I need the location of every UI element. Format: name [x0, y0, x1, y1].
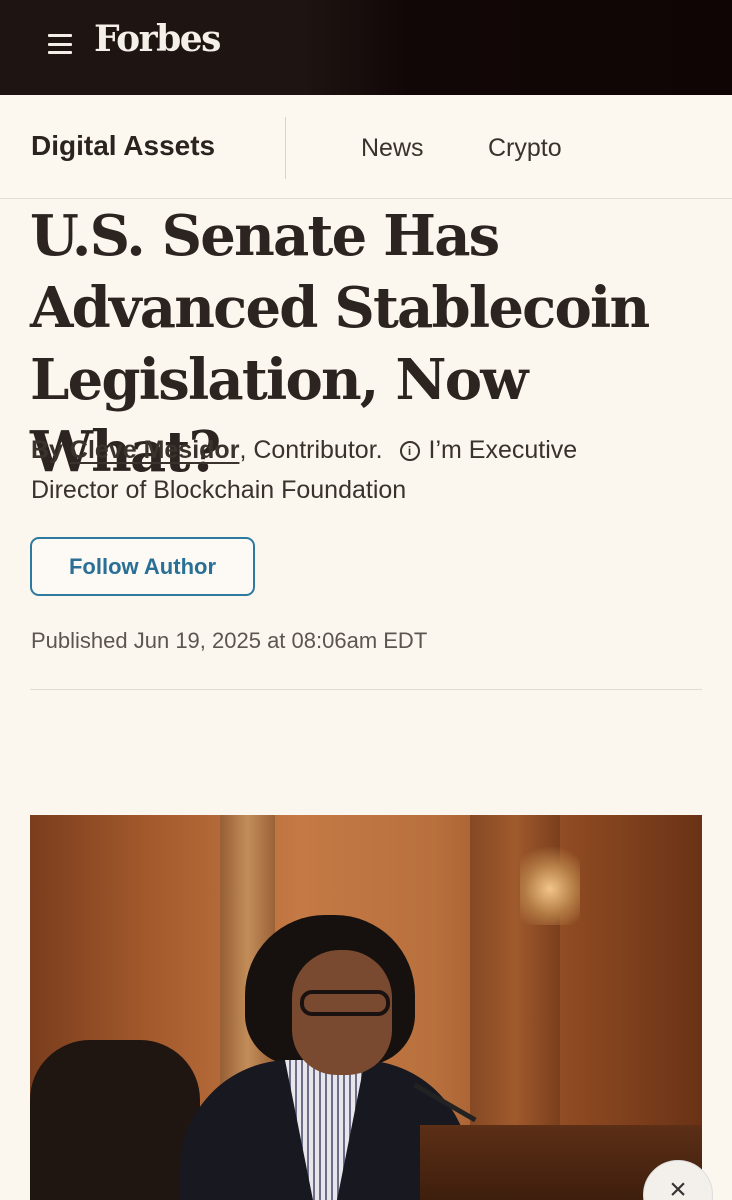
top-bar: Forbes [0, 0, 732, 95]
topbar-banner-area [300, 0, 732, 95]
nav-fade-overlay [580, 100, 732, 195]
forbes-logo[interactable]: Forbes [94, 18, 221, 60]
section-title[interactable]: Digital Assets [31, 130, 215, 162]
wall-lamp [520, 835, 580, 925]
published-date: Published Jun 19, 2025 at 08:06am EDT [31, 628, 428, 653]
nav-link-crypto[interactable]: Crypto [488, 134, 562, 163]
divider [30, 689, 702, 690]
nav-scroll-indicator[interactable]: ⋮ [724, 134, 732, 159]
author-role: Contributor. [253, 436, 383, 464]
chair [30, 1040, 200, 1200]
byline: By Cleve Mesidor, Contributor. i I’m Exe… [31, 430, 591, 510]
nav-link-news[interactable]: News [361, 134, 424, 163]
nav-divider [285, 117, 286, 179]
hamburger-menu-icon[interactable] [48, 34, 72, 54]
follow-author-button[interactable]: Follow Author [30, 537, 255, 596]
person-glasses [300, 990, 390, 1016]
info-icon[interactable]: i [399, 441, 420, 461]
author-comma: , [239, 436, 247, 464]
author-link[interactable]: Cleve Mesidor [70, 436, 240, 464]
byline-prefix: By [31, 436, 63, 464]
article-hero-image [30, 815, 702, 1200]
